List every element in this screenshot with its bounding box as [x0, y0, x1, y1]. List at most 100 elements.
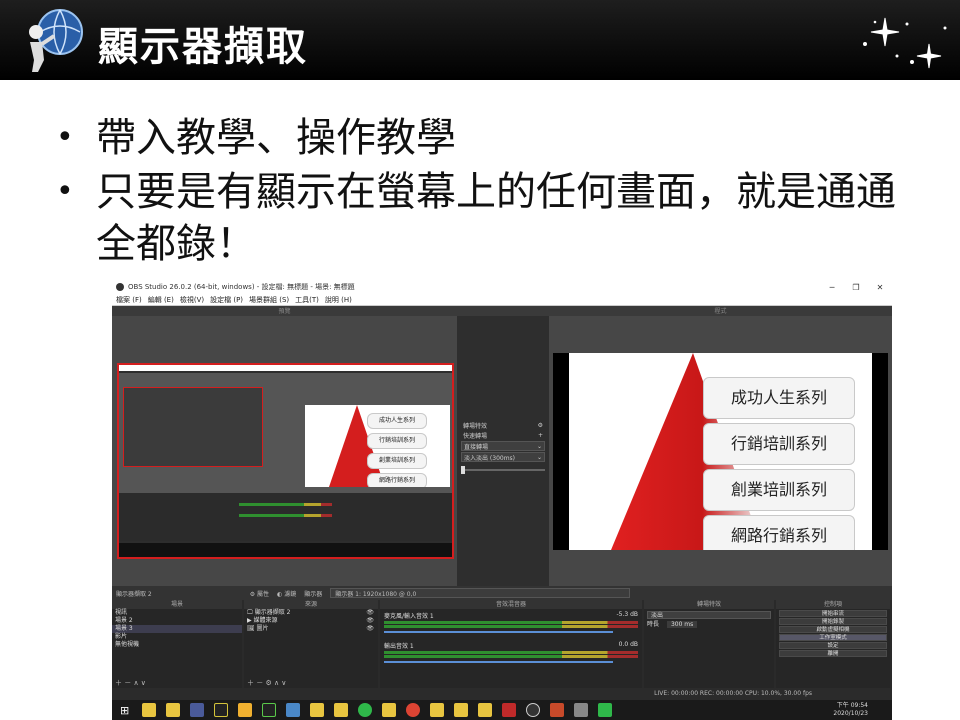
- nested-screen-capture: 成功人生系列 行銷培訓系列 創業培訓系列 網路行銷系列: [117, 363, 454, 559]
- taskbar-app-icon[interactable]: [430, 703, 445, 717]
- studio-mode-area: 預覽 程式 成功人生系列 行銷培訓系列 創業培訓系列 網路行銷系列 轉場特效 ⚙…: [112, 306, 892, 586]
- source-item[interactable]: 🖼 圖片 👁: [244, 625, 378, 633]
- start-recording-button[interactable]: 開始錄製: [779, 618, 887, 625]
- taskbar-app-icon[interactable]: [478, 703, 493, 717]
- volume-slider[interactable]: [384, 631, 613, 633]
- quick-transition-label: 快速轉場: [463, 432, 488, 440]
- studio-mode-button[interactable]: 工作室模式: [779, 634, 887, 641]
- scene-item[interactable]: 影片: [112, 633, 242, 641]
- chevron-down-icon: ⌄: [536, 442, 542, 450]
- start-streaming-button[interactable]: 開始串流: [779, 610, 887, 617]
- transition-mode-select[interactable]: 直接轉場 ⌄: [461, 441, 545, 451]
- settings-button[interactable]: 設定: [779, 642, 887, 649]
- transition-type-select[interactable]: 淡出: [647, 611, 771, 619]
- slide-title: 顯示器擷取: [98, 24, 308, 70]
- volume-slider[interactable]: [384, 661, 613, 663]
- taskbar-app-icon[interactable]: [502, 703, 517, 717]
- duration-row: 時長 300 ms: [644, 621, 774, 629]
- taskbar-clock[interactable]: 下午 09:54 2020/10/23: [833, 702, 868, 718]
- taskbar-app-icon[interactable]: [286, 703, 301, 717]
- close-button[interactable]: ✕: [868, 283, 892, 292]
- plus-icon[interactable]: +: [538, 432, 543, 439]
- program-pill: 創業培訓系列: [703, 469, 855, 511]
- windows-start-icon[interactable]: ⊞: [120, 704, 129, 717]
- scene-item[interactable]: 視訊: [112, 609, 242, 617]
- nested-mini-preview: [123, 387, 263, 467]
- taskbar-app-icon[interactable]: [142, 703, 157, 717]
- eye-icon[interactable]: 👁: [366, 625, 378, 633]
- fireworks-icon[interactable]: [214, 703, 229, 717]
- program-pill: 行銷培訓系列: [703, 423, 855, 465]
- taskbar-app-icon[interactable]: [598, 703, 613, 717]
- sparkle-stars-icon: [863, 17, 947, 69]
- menu-tools[interactable]: 工具(T): [295, 295, 319, 305]
- nested-obs: 成功人生系列 行銷培訓系列 創業培訓系列 網路行銷系列: [119, 373, 452, 493]
- globe-logo-icon: [29, 9, 83, 72]
- gear-icon[interactable]: ⚙: [538, 422, 543, 429]
- slider-thumb[interactable]: [461, 466, 465, 474]
- line-icon[interactable]: [358, 703, 373, 717]
- taskbar-app-icon[interactable]: [310, 703, 325, 717]
- scene-item[interactable]: 無他視機: [112, 641, 242, 649]
- display-select[interactable]: 顯示器 1: 1920x1080 @ 0,0: [330, 588, 631, 598]
- preview-pane[interactable]: 成功人生系列 行銷培訓系列 創業培訓系列 網路行銷系列: [112, 316, 457, 586]
- taskbar-app-icon[interactable]: [166, 703, 181, 717]
- source-name: 顯示器擷取 2: [116, 590, 152, 598]
- menu-view[interactable]: 檢視(V): [180, 295, 204, 305]
- nested-pill: 行銷培訓系列: [367, 433, 427, 449]
- source-item-label: 圖片: [256, 625, 269, 632]
- eye-icon[interactable]: 👁: [366, 617, 378, 625]
- nested-pill: 網路行銷系列: [367, 473, 427, 487]
- source-item-label: 顯示器擷取 2: [254, 609, 291, 616]
- taskbar-app-icon[interactable]: [190, 703, 205, 717]
- properties-button[interactable]: ⚙ 屬性: [250, 589, 269, 598]
- transition-widget: 轉場特效 ⚙ 快速轉場 + 直接轉場 ⌄ 淡入淡出 (300ms) ⌄: [461, 420, 545, 474]
- scenes-footer[interactable]: ＋ － ∧ ∨: [112, 678, 242, 688]
- obs-taskbar-icon[interactable]: [526, 703, 541, 717]
- transition-slider[interactable]: [461, 466, 545, 474]
- chrome-icon[interactable]: [406, 703, 421, 717]
- bullet-list: • 帶入教學、操作教學 • 只要是有顯示在螢幕上的任何畫面，就是通通全都錄！: [56, 112, 916, 272]
- audio-meter: [384, 621, 638, 624]
- bullet-dot: •: [56, 120, 74, 155]
- exit-button[interactable]: 離開: [779, 650, 887, 657]
- menu-help[interactable]: 說明 (H): [325, 295, 352, 305]
- menu-scene-collection[interactable]: 場景群組 (S): [249, 295, 289, 305]
- virtual-camera-button[interactable]: 啟動虛擬相機: [779, 626, 887, 633]
- source-item[interactable]: 🖵 顯示器擷取 2 👁: [244, 609, 378, 617]
- taskbar-app-icon[interactable]: [334, 703, 349, 717]
- eye-icon[interactable]: 👁: [366, 609, 378, 617]
- taskbar-app-icon[interactable]: [382, 703, 397, 717]
- fade-select[interactable]: 淡入淡出 (300ms) ⌄: [461, 452, 545, 462]
- duration-label: 時長: [647, 621, 660, 628]
- properties-label: 屬性: [257, 590, 270, 598]
- maximize-button[interactable]: ❐: [844, 283, 868, 292]
- menu-file[interactable]: 檔案 (F): [116, 295, 142, 305]
- slide-header: 顯示器擷取: [0, 0, 960, 80]
- filters-button[interactable]: ◐ 濾鏡: [277, 589, 296, 598]
- obs-window: OBS Studio 26.0.2 (64-bit, windows) - 設定…: [112, 280, 892, 720]
- nested-pill: 創業培訓系列: [367, 453, 427, 469]
- controls-dock: 控制項 開始串流 開始錄製 啟動虛擬相機 工作室模式 設定 離開: [776, 600, 890, 688]
- program-pane: 成功人生系列 行銷培訓系列 創業培訓系列 網路行銷系列: [549, 316, 892, 586]
- dreamweaver-icon[interactable]: [262, 703, 277, 717]
- mixer-track: 麥克風/輸入音效 1 -5.3 dB: [384, 611, 638, 633]
- bullet-text: 只要是有顯示在螢幕上的任何畫面，就是通通全都錄！: [96, 169, 896, 267]
- scene-item[interactable]: 場景 2: [112, 617, 242, 625]
- menu-profile[interactable]: 設定檔 (P): [210, 295, 243, 305]
- taskbar-app-icon[interactable]: [574, 703, 589, 717]
- duration-input[interactable]: 300 ms: [666, 621, 698, 628]
- powerpoint-icon[interactable]: [550, 703, 565, 717]
- slider-track: [461, 469, 545, 471]
- sources-dock: 來源 🖵 顯示器擷取 2 👁 ▶ 媒體來源 👁 🖼 圖片 👁 ＋ － ⚙ ∧ ∨: [244, 600, 378, 688]
- taskbar-app-icon[interactable]: [454, 703, 469, 717]
- minimize-button[interactable]: ─: [820, 283, 844, 292]
- sources-footer[interactable]: ＋ － ⚙ ∧ ∨: [244, 678, 378, 688]
- scene-item-selected[interactable]: 場景 3: [112, 625, 242, 633]
- clock-time: 下午 09:54: [836, 702, 868, 709]
- program-label: 程式: [714, 308, 727, 315]
- folder-icon[interactable]: [238, 703, 253, 717]
- source-item[interactable]: ▶ 媒體來源 👁: [244, 617, 378, 625]
- menu-edit[interactable]: 編輯 (E): [148, 295, 174, 305]
- mixer-title: 音效混音器: [380, 600, 642, 609]
